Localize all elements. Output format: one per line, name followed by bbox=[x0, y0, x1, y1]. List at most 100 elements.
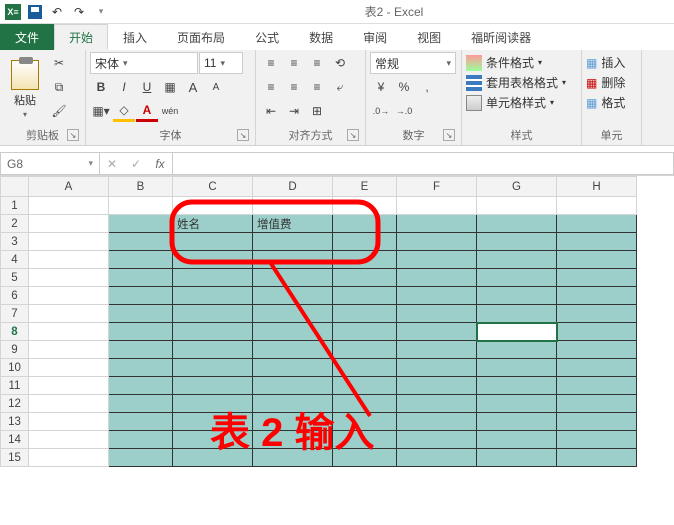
cell[interactable] bbox=[557, 287, 637, 305]
cell[interactable] bbox=[333, 377, 397, 395]
cell[interactable] bbox=[29, 323, 109, 341]
row-header[interactable]: 7 bbox=[1, 305, 29, 323]
cell[interactable] bbox=[253, 449, 333, 467]
cell[interactable] bbox=[333, 395, 397, 413]
cell[interactable] bbox=[397, 287, 477, 305]
cell[interactable] bbox=[173, 377, 253, 395]
column-header[interactable]: B bbox=[109, 177, 173, 197]
cell[interactable] bbox=[29, 233, 109, 251]
cell[interactable] bbox=[557, 449, 637, 467]
border-dropdown-icon[interactable]: ▦▾ bbox=[90, 100, 112, 122]
cell[interactable] bbox=[557, 215, 637, 233]
cell[interactable] bbox=[397, 431, 477, 449]
tab-home[interactable]: 开始 bbox=[54, 24, 108, 50]
cell[interactable] bbox=[29, 413, 109, 431]
name-box[interactable]: G8▾ bbox=[0, 152, 100, 175]
cell[interactable] bbox=[253, 377, 333, 395]
cell[interactable] bbox=[557, 359, 637, 377]
cell[interactable] bbox=[173, 269, 253, 287]
cell[interactable] bbox=[29, 359, 109, 377]
cell[interactable] bbox=[477, 269, 557, 287]
cell[interactable] bbox=[29, 431, 109, 449]
underline-button[interactable]: U bbox=[136, 76, 158, 98]
cell[interactable] bbox=[109, 215, 173, 233]
cell[interactable] bbox=[109, 359, 173, 377]
cell[interactable] bbox=[557, 197, 637, 215]
row-header[interactable]: 5 bbox=[1, 269, 29, 287]
cell[interactable]: 增值费 bbox=[253, 215, 333, 233]
cell[interactable] bbox=[109, 413, 173, 431]
cell[interactable] bbox=[333, 341, 397, 359]
orientation-icon[interactable]: ⟲ bbox=[329, 52, 351, 74]
cell[interactable] bbox=[29, 251, 109, 269]
percent-icon[interactable]: % bbox=[393, 76, 415, 98]
cell[interactable] bbox=[477, 287, 557, 305]
cell[interactable] bbox=[397, 233, 477, 251]
qat-more-icon[interactable]: ▾ bbox=[92, 3, 110, 21]
fill-color-icon[interactable]: ◇ bbox=[113, 100, 135, 122]
cell[interactable] bbox=[29, 377, 109, 395]
cell[interactable] bbox=[333, 233, 397, 251]
shrink-font-icon[interactable]: A bbox=[205, 76, 227, 98]
cell[interactable] bbox=[333, 251, 397, 269]
cell[interactable] bbox=[109, 197, 173, 215]
italic-button[interactable]: I bbox=[113, 76, 135, 98]
align-left-icon[interactable]: ≡ bbox=[260, 76, 282, 98]
cell[interactable] bbox=[253, 395, 333, 413]
column-header[interactable]: F bbox=[397, 177, 477, 197]
font-size-combo[interactable]: 11▾ bbox=[199, 52, 243, 74]
cut-icon[interactable]: ✂ bbox=[48, 52, 70, 74]
cell[interactable] bbox=[109, 305, 173, 323]
cell[interactable] bbox=[109, 287, 173, 305]
tab-view[interactable]: 视图 bbox=[402, 24, 456, 50]
cell[interactable] bbox=[29, 269, 109, 287]
number-format-combo[interactable]: 常规▾ bbox=[370, 52, 456, 74]
cell[interactable] bbox=[397, 395, 477, 413]
cell[interactable] bbox=[333, 305, 397, 323]
tab-page-layout[interactable]: 页面布局 bbox=[162, 24, 240, 50]
cell[interactable] bbox=[173, 233, 253, 251]
cancel-icon[interactable]: ✕ bbox=[100, 153, 124, 175]
conditional-format-button[interactable]: 条件格式▾ bbox=[466, 54, 577, 71]
cell[interactable] bbox=[173, 305, 253, 323]
cell[interactable] bbox=[333, 323, 397, 341]
clipboard-launcher-icon[interactable]: ↘ bbox=[67, 129, 79, 141]
cell[interactable] bbox=[397, 197, 477, 215]
number-launcher-icon[interactable]: ↘ bbox=[443, 129, 455, 141]
cell[interactable] bbox=[173, 359, 253, 377]
align-bottom-icon[interactable]: ≡ bbox=[306, 52, 328, 74]
cell[interactable] bbox=[173, 449, 253, 467]
format-painter-icon[interactable]: 🖌 bbox=[48, 100, 70, 122]
font-launcher-icon[interactable]: ↘ bbox=[237, 129, 249, 141]
wrap-text-icon[interactable]: ⤶ bbox=[329, 76, 351, 98]
row-header[interactable]: 2 bbox=[1, 215, 29, 233]
cell-styles-button[interactable]: 单元格样式▾ bbox=[466, 94, 577, 111]
cell[interactable] bbox=[173, 251, 253, 269]
cell[interactable] bbox=[253, 251, 333, 269]
cell[interactable] bbox=[333, 431, 397, 449]
tab-file[interactable]: 文件 bbox=[0, 24, 54, 50]
spreadsheet-grid[interactable]: ABCDEFGH12姓名增值费3456789101112131415 bbox=[0, 176, 637, 467]
cell[interactable] bbox=[333, 215, 397, 233]
cell[interactable] bbox=[109, 377, 173, 395]
phonetic-icon[interactable]: wén bbox=[159, 100, 181, 122]
align-right-icon[interactable]: ≡ bbox=[306, 76, 328, 98]
paste-button[interactable]: 粘贴 ▾ bbox=[4, 52, 46, 127]
tab-formulas[interactable]: 公式 bbox=[240, 24, 294, 50]
cell[interactable] bbox=[29, 395, 109, 413]
cell[interactable] bbox=[557, 341, 637, 359]
cell[interactable] bbox=[173, 341, 253, 359]
column-header[interactable]: H bbox=[557, 177, 637, 197]
cell[interactable] bbox=[109, 431, 173, 449]
cell[interactable] bbox=[477, 377, 557, 395]
cell[interactable] bbox=[333, 359, 397, 377]
format-as-table-button[interactable]: 套用表格格式▾ bbox=[466, 74, 577, 91]
formula-input[interactable] bbox=[173, 152, 674, 175]
cell[interactable] bbox=[557, 395, 637, 413]
cell[interactable] bbox=[477, 251, 557, 269]
cell[interactable] bbox=[477, 431, 557, 449]
cell[interactable] bbox=[253, 323, 333, 341]
cell[interactable] bbox=[109, 233, 173, 251]
cell[interactable] bbox=[109, 449, 173, 467]
align-middle-icon[interactable]: ≡ bbox=[283, 52, 305, 74]
